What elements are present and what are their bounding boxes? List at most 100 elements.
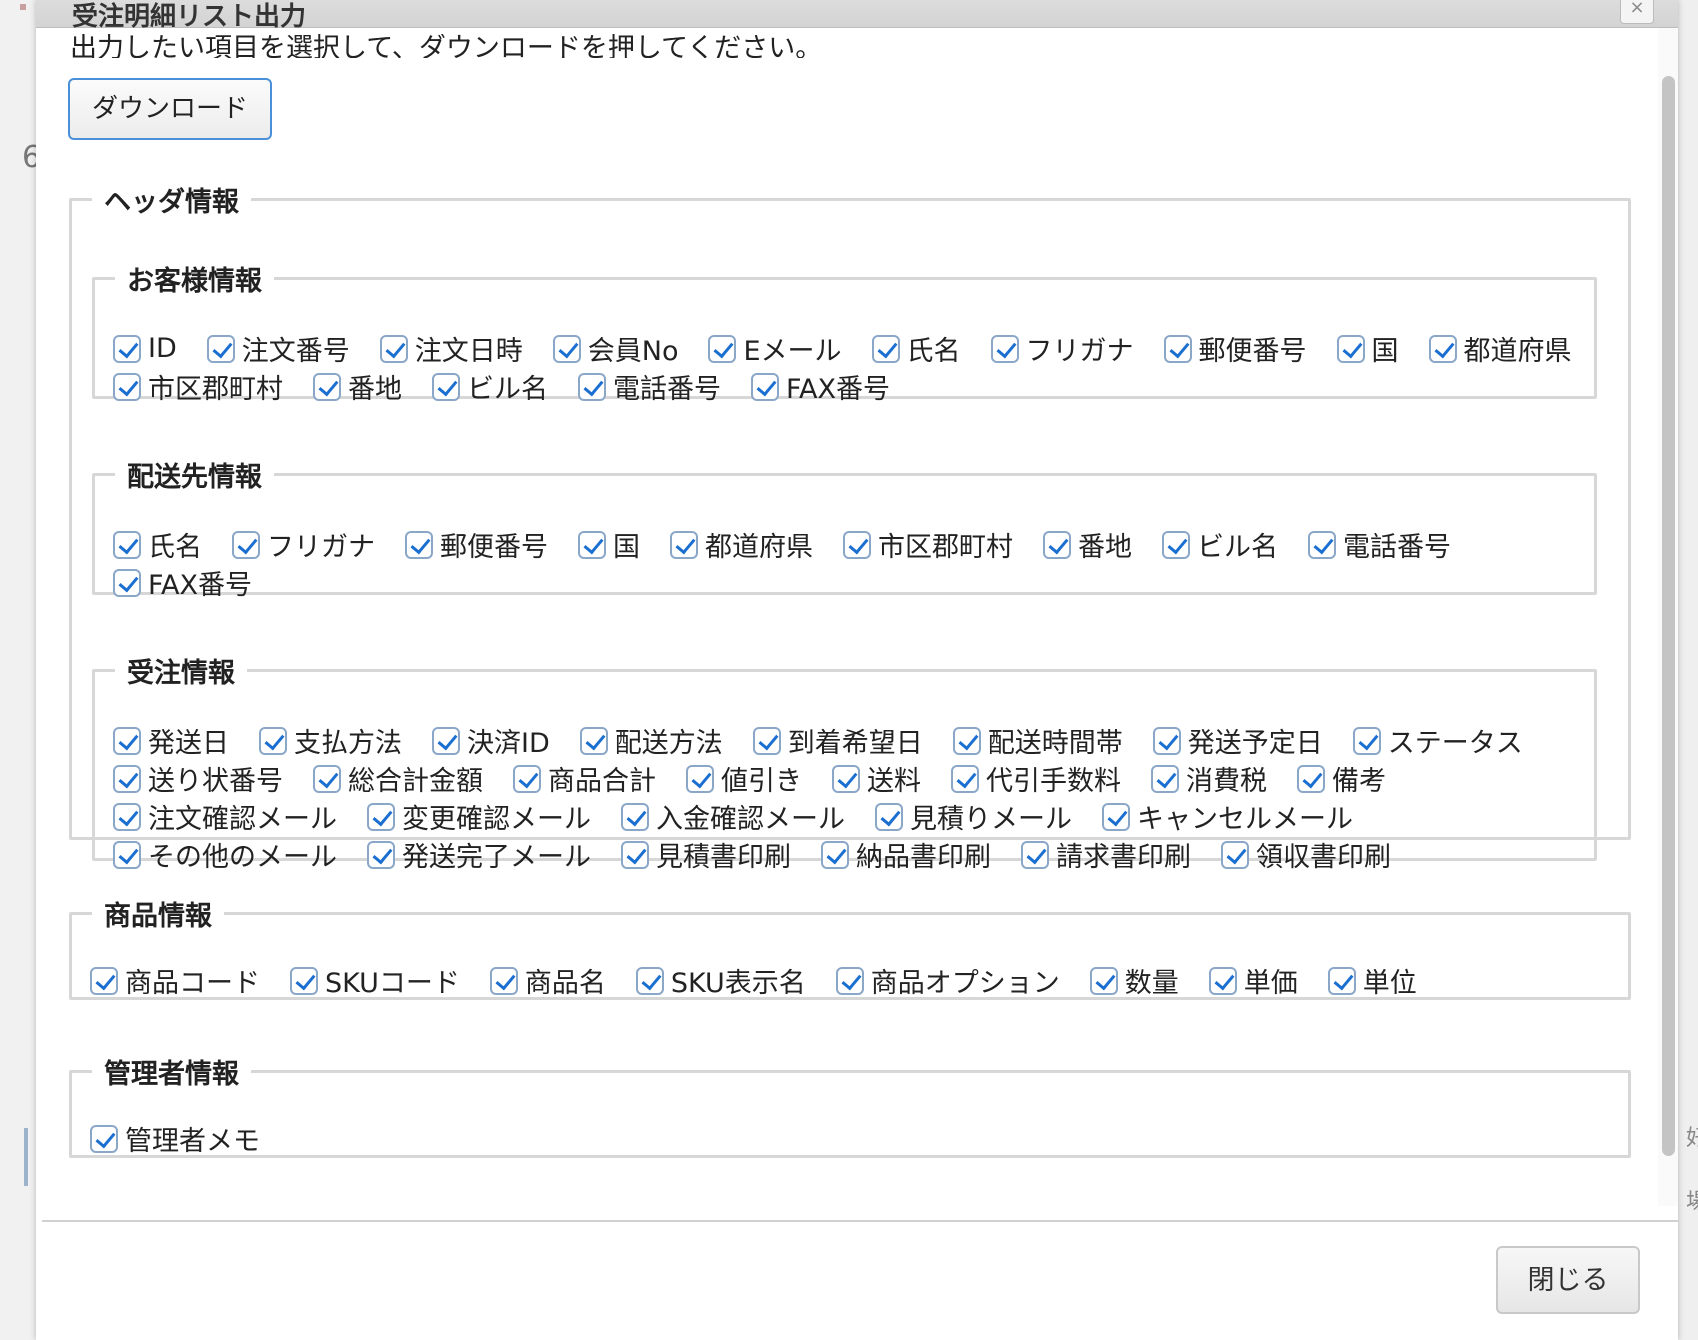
order-checkbox-item[interactable]: 発送日	[113, 723, 229, 759]
delivery-checkbox-item[interactable]: 氏名	[113, 527, 202, 563]
order-checkbox-item[interactable]: 送料	[832, 761, 921, 797]
checkbox-checked-icon[interactable]	[113, 840, 141, 869]
delivery-checkbox-item[interactable]: 電話番号	[1308, 527, 1451, 563]
checkbox-checked-icon[interactable]	[313, 372, 341, 401]
order-checkbox-item[interactable]: 領収書印刷	[1221, 837, 1391, 873]
delivery-checkbox-item[interactable]: 番地	[1043, 527, 1132, 563]
dialog-titlebar[interactable]: 受注明細リスト出力 ×	[36, 0, 1678, 32]
delivery-checkbox-item[interactable]: ビル名	[1162, 527, 1278, 563]
delivery-checkbox-item[interactable]: 郵便番号	[405, 527, 548, 563]
order-checkbox-item[interactable]: 到着希望日	[752, 723, 923, 759]
admin-checkbox-item[interactable]: 管理者メモ	[90, 1121, 260, 1157]
checkbox-checked-icon[interactable]	[379, 334, 408, 363]
order-checkbox-item[interactable]: 見積書印刷	[621, 837, 791, 873]
product-checkbox-item[interactable]: 商品コード	[90, 963, 260, 999]
checkbox-checked-icon[interactable]	[432, 726, 460, 755]
checkbox-checked-icon[interactable]	[686, 764, 714, 793]
order-checkbox-item[interactable]: キャンセルメール	[1102, 799, 1353, 835]
checkbox-checked-icon[interactable]	[951, 764, 979, 793]
order-checkbox-item[interactable]: 代引手数料	[951, 761, 1121, 797]
customer-checkbox-item[interactable]: 都道府県	[1428, 331, 1572, 367]
checkbox-checked-icon[interactable]	[1428, 334, 1457, 363]
checkbox-checked-icon[interactable]	[113, 530, 141, 559]
checkbox-checked-icon[interactable]	[113, 802, 141, 831]
order-checkbox-item[interactable]: 商品合計	[513, 761, 656, 797]
order-checkbox-item[interactable]: 送り状番号	[113, 761, 283, 797]
checkbox-checked-icon[interactable]	[843, 530, 871, 559]
checkbox-checked-icon[interactable]	[578, 530, 606, 559]
checkbox-checked-icon[interactable]	[1021, 840, 1049, 869]
customer-checkbox-item[interactable]: 注文日時	[379, 331, 523, 367]
order-checkbox-item[interactable]: 見積りメール	[875, 799, 1072, 835]
delivery-checkbox-item[interactable]: 国	[578, 527, 640, 563]
checkbox-checked-icon[interactable]	[751, 372, 779, 401]
checkbox-checked-icon[interactable]	[1327, 966, 1356, 995]
checkbox-checked-icon[interactable]	[513, 764, 541, 793]
checkbox-checked-icon[interactable]	[1208, 966, 1237, 995]
order-checkbox-item[interactable]: 発送完了メール	[367, 837, 591, 873]
checkbox-checked-icon[interactable]	[405, 530, 433, 559]
checkbox-checked-icon[interactable]	[708, 334, 737, 363]
customer-checkbox-item[interactable]: 市区郡町村	[113, 369, 283, 405]
product-checkbox-item[interactable]: 単位	[1327, 963, 1417, 999]
customer-checkbox-item[interactable]: 電話番号	[578, 369, 721, 405]
scrollbar-thumb[interactable]	[1662, 76, 1675, 1156]
checkbox-checked-icon[interactable]	[578, 372, 606, 401]
product-checkbox-item[interactable]: SKU表示名	[635, 963, 806, 999]
checkbox-checked-icon[interactable]	[113, 568, 141, 597]
delivery-checkbox-item[interactable]: フリガナ	[232, 527, 375, 563]
order-checkbox-item[interactable]: 変更確認メール	[367, 799, 591, 835]
checkbox-checked-icon[interactable]	[113, 372, 141, 401]
checkbox-checked-icon[interactable]	[552, 334, 581, 363]
delivery-checkbox-item[interactable]: 都道府県	[670, 527, 813, 563]
order-checkbox-item[interactable]: 総合計金額	[313, 761, 483, 797]
delivery-checkbox-item[interactable]: 市区郡町村	[843, 527, 1013, 563]
checkbox-checked-icon[interactable]	[1352, 726, 1381, 755]
checkbox-checked-icon[interactable]	[113, 764, 141, 793]
customer-checkbox-item[interactable]: 番地	[313, 369, 402, 405]
customer-checkbox-item[interactable]: 国	[1336, 331, 1399, 367]
checkbox-checked-icon[interactable]	[90, 1124, 118, 1153]
close-icon[interactable]: ×	[1620, 0, 1654, 24]
checkbox-checked-icon[interactable]	[290, 966, 318, 995]
checkbox-checked-icon[interactable]	[206, 334, 235, 363]
checkbox-checked-icon[interactable]	[313, 764, 341, 793]
close-button[interactable]: 閉じる	[1496, 1246, 1640, 1314]
checkbox-checked-icon[interactable]	[1043, 530, 1071, 559]
scrollbar[interactable]	[1658, 28, 1678, 1206]
customer-checkbox-item[interactable]: 氏名	[871, 331, 961, 367]
checkbox-checked-icon[interactable]	[1102, 802, 1130, 831]
order-checkbox-item[interactable]: 消費税	[1151, 761, 1267, 797]
checkbox-checked-icon[interactable]	[990, 334, 1019, 363]
order-checkbox-item[interactable]: 発送予定日	[1152, 723, 1323, 759]
checkbox-checked-icon[interactable]	[952, 726, 981, 755]
checkbox-checked-icon[interactable]	[1089, 966, 1118, 995]
order-checkbox-item[interactable]: ステータス	[1352, 723, 1523, 759]
checkbox-checked-icon[interactable]	[752, 726, 781, 755]
order-checkbox-item[interactable]: 入金確認メール	[621, 799, 845, 835]
order-checkbox-item[interactable]: 請求書印刷	[1021, 837, 1191, 873]
download-button[interactable]: ダウンロード	[68, 78, 272, 140]
product-checkbox-item[interactable]: 単価	[1208, 963, 1298, 999]
checkbox-checked-icon[interactable]	[1163, 334, 1192, 363]
order-checkbox-item[interactable]: 配送時間帯	[952, 723, 1123, 759]
checkbox-checked-icon[interactable]	[259, 726, 287, 755]
customer-checkbox-item[interactable]: ID	[113, 331, 177, 366]
checkbox-checked-icon[interactable]	[1336, 334, 1365, 363]
customer-checkbox-item[interactable]: ビル名	[432, 369, 548, 405]
order-checkbox-item[interactable]: 注文確認メール	[113, 799, 337, 835]
order-checkbox-item[interactable]: 支払方法	[259, 723, 402, 759]
checkbox-checked-icon[interactable]	[1308, 530, 1336, 559]
checkbox-checked-icon[interactable]	[621, 802, 649, 831]
customer-checkbox-item[interactable]: フリガナ	[990, 331, 1134, 367]
checkbox-checked-icon[interactable]	[579, 726, 608, 755]
product-checkbox-item[interactable]: 商品オプション	[835, 963, 1060, 999]
checkbox-checked-icon[interactable]	[367, 840, 395, 869]
order-checkbox-item[interactable]: 備考	[1297, 761, 1386, 797]
checkbox-checked-icon[interactable]	[871, 334, 900, 363]
checkbox-checked-icon[interactable]	[635, 966, 664, 995]
checkbox-checked-icon[interactable]	[875, 802, 903, 831]
checkbox-checked-icon[interactable]	[621, 840, 649, 869]
checkbox-checked-icon[interactable]	[232, 530, 260, 559]
order-checkbox-item[interactable]: その他のメール	[113, 837, 337, 873]
